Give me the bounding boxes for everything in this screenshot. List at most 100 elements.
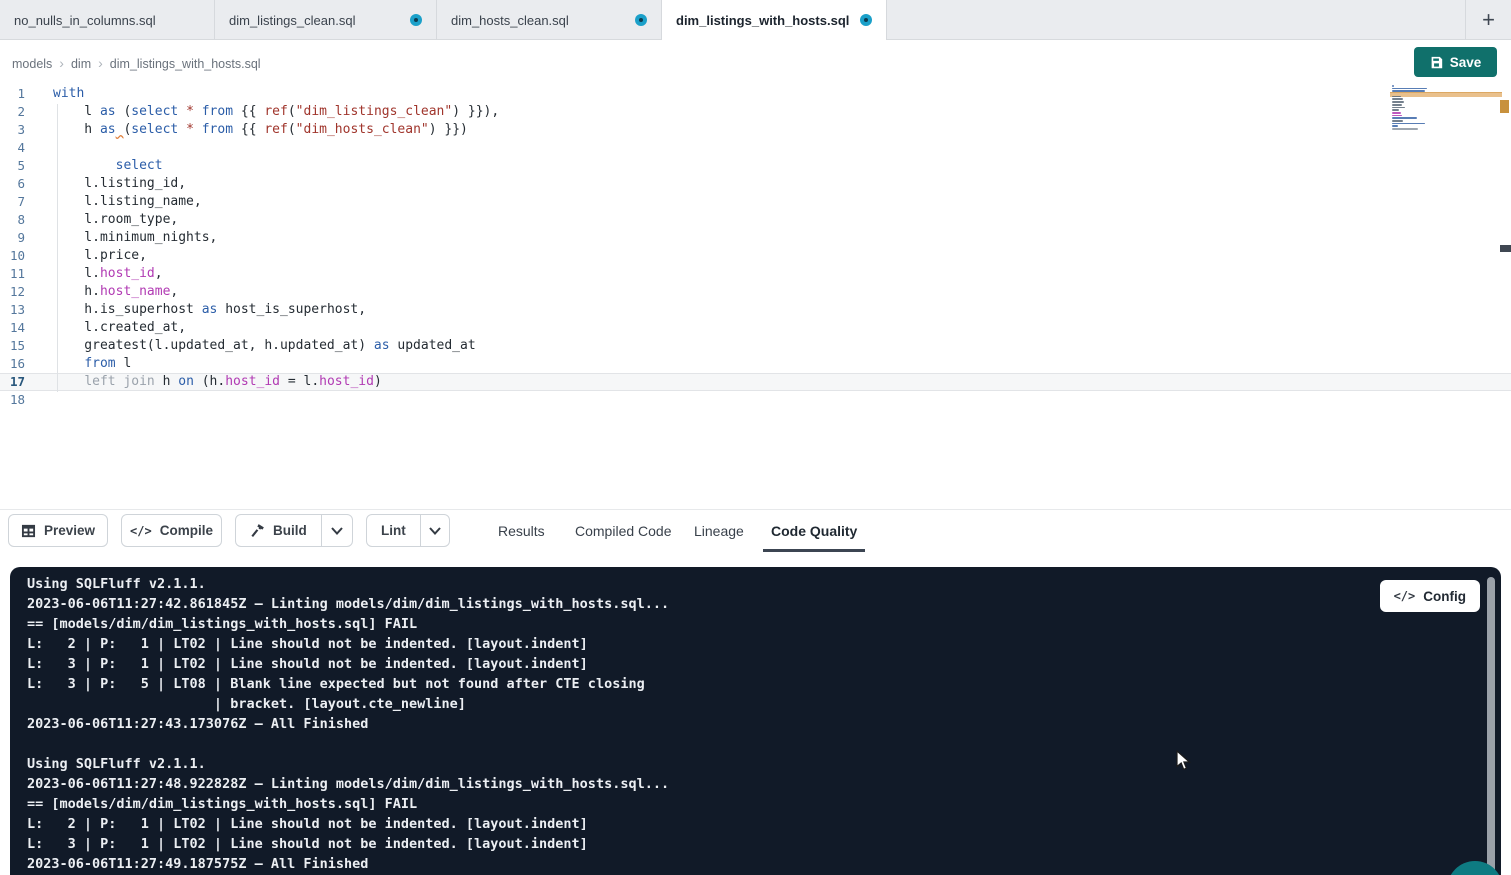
lint-dropdown-button[interactable] xyxy=(420,515,449,546)
code-text: h.is_superhost as host_is_superhost, xyxy=(53,301,366,319)
terminal-line: | bracket. [layout.cte_newline] xyxy=(27,694,1501,714)
code-text: l.listing_id, xyxy=(53,175,186,193)
minimap[interactable] xyxy=(1390,85,1505,210)
action-toolbar: Preview </> Compile Build Lint xyxy=(0,510,1511,552)
hammer-icon xyxy=(250,523,265,538)
code-text: h.host_name, xyxy=(53,283,178,301)
save-icon xyxy=(1430,56,1443,69)
line-number: 8 xyxy=(0,211,25,229)
lint-output-terminal[interactable]: Using SQLFluff v2.1.1.2023-06-06T11:27:4… xyxy=(10,567,1501,875)
code-text: l.minimum_nights, xyxy=(53,229,217,247)
code-line[interactable]: 16 from l xyxy=(0,355,1511,373)
code-text: l as (select * from {{ ref("dim_listings… xyxy=(53,103,499,121)
line-number: 3 xyxy=(0,121,25,139)
ide-window: no_nulls_in_columns.sql dim_listings_clea… xyxy=(0,0,1511,875)
panel-tab-label: Results xyxy=(498,523,545,539)
code-line[interactable]: 13 h.is_superhost as host_is_superhost, xyxy=(0,301,1511,319)
line-number: 17 xyxy=(0,373,25,391)
code-line[interactable]: 10 l.price, xyxy=(0,247,1511,265)
code-line[interactable]: 15 greatest(l.updated_at, h.updated_at) … xyxy=(0,337,1511,355)
breadcrumb-bar: models›dim›dim_listings_with_hosts.sql S… xyxy=(0,40,1511,85)
unsaved-indicator-icon[interactable] xyxy=(635,14,647,26)
line-number: 2 xyxy=(0,103,25,121)
breadcrumb-item: dim_listings_with_hosts.sql xyxy=(110,57,261,71)
terminal-line: L: 2 | P: 1 | LT02 | Line should not be … xyxy=(27,634,1501,654)
file-tab[interactable]: dim_hosts_clean.sql xyxy=(437,0,662,40)
breadcrumb: models›dim›dim_listings_with_hosts.sql xyxy=(12,55,261,71)
terminal-line: 2023-06-06T11:27:42.861845Z — Linting mo… xyxy=(27,594,1501,614)
file-tab[interactable]: dim_listings_clean.sql xyxy=(215,0,437,40)
breadcrumb-item: dim xyxy=(71,57,91,71)
indent-guide xyxy=(57,104,58,392)
unsaved-indicator-icon[interactable] xyxy=(860,14,872,26)
code-line[interactable]: 1with xyxy=(0,85,1511,103)
lint-split-button: Lint xyxy=(366,514,450,547)
code-line[interactable]: 14 l.created_at, xyxy=(0,319,1511,337)
line-number: 4 xyxy=(0,139,25,157)
preview-button[interactable]: Preview xyxy=(8,514,108,547)
code-line[interactable]: 6 l.listing_id, xyxy=(0,175,1511,193)
config-button[interactable]: </> Config xyxy=(1380,580,1480,612)
minimap-line xyxy=(1392,109,1399,111)
code-line[interactable]: 2 l as (select * from {{ ref("dim_listin… xyxy=(0,103,1511,121)
minimap-line xyxy=(1392,85,1394,87)
code-editor[interactable]: 1with2 l as (select * from {{ ref("dim_l… xyxy=(0,85,1511,509)
panel-tab-code-quality[interactable]: Code Quality xyxy=(763,510,865,552)
minimap-line xyxy=(1392,98,1403,100)
lint-button[interactable]: Lint xyxy=(367,515,420,546)
code-line[interactable]: 12 h.host_name, xyxy=(0,283,1511,301)
terminal-scrollbar-thumb[interactable] xyxy=(1487,577,1495,875)
line-number: 11 xyxy=(0,265,25,283)
code-text: l.price, xyxy=(53,247,147,265)
code-text: l.host_id, xyxy=(53,265,163,283)
code-line[interactable]: 9 l.minimum_nights, xyxy=(0,229,1511,247)
compile-button[interactable]: </> Compile xyxy=(121,514,222,547)
save-button[interactable]: Save xyxy=(1414,47,1497,77)
code-text: l.listing_name, xyxy=(53,193,202,211)
code-line[interactable]: 8 l.room_type, xyxy=(0,211,1511,229)
panel-tab-results[interactable]: Results xyxy=(490,510,553,552)
code-line[interactable]: 18 xyxy=(0,391,1511,409)
minimap-line xyxy=(1392,120,1403,122)
panel-tab-label: Compiled Code xyxy=(575,523,672,539)
code-text: left join h on (h.host_id = l.host_id) xyxy=(53,373,382,391)
chevron-right-icon: › xyxy=(98,55,103,71)
panel-tab-compiled-code[interactable]: Compiled Code xyxy=(567,510,680,552)
line-number: 14 xyxy=(0,319,25,337)
minimap-line xyxy=(1392,112,1401,114)
terminal-line: Using SQLFluff v2.1.1. xyxy=(27,574,1501,594)
terminal-line: L: 3 | P: 1 | LT02 | Line should not be … xyxy=(27,654,1501,674)
file-tab-label: no_nulls_in_columns.sql xyxy=(14,13,156,28)
line-number: 9 xyxy=(0,229,25,247)
code-text: l.created_at, xyxy=(53,319,186,337)
file-tab[interactable]: no_nulls_in_columns.sql xyxy=(0,0,215,40)
new-tab-button[interactable]: + xyxy=(1465,0,1511,40)
build-dropdown-button[interactable] xyxy=(321,515,352,546)
code-line[interactable]: 4 xyxy=(0,139,1511,157)
minimap-line xyxy=(1392,115,1402,117)
chevron-down-icon xyxy=(331,527,343,535)
file-tab[interactable]: dim_listings_with_hosts.sql xyxy=(662,0,887,40)
terminal-line: == [models/dim/dim_listings_with_hosts.s… xyxy=(27,614,1501,634)
build-button[interactable]: Build xyxy=(236,515,321,546)
terminal-line: 2023-06-06T11:27:43.173076Z — All Finish… xyxy=(27,714,1501,734)
line-number: 15 xyxy=(0,337,25,355)
code-line[interactable]: 11 l.host_id, xyxy=(0,265,1511,283)
panel-tab-lineage[interactable]: Lineage xyxy=(686,510,752,552)
minimap-line xyxy=(1392,104,1402,106)
terminal-line: 2023-06-06T11:27:48.922828Z — Linting mo… xyxy=(27,774,1501,794)
editor-scrollbar-thumb[interactable] xyxy=(1500,245,1511,252)
code-brackets-icon: </> xyxy=(130,524,152,538)
unsaved-indicator-icon[interactable] xyxy=(410,14,422,26)
chevron-right-icon: › xyxy=(59,55,64,71)
line-number: 10 xyxy=(0,247,25,265)
code-line[interactable]: 3 h as (select * from {{ ref("dim_hosts_… xyxy=(0,121,1511,139)
panel-tab-label: Lineage xyxy=(694,523,744,539)
code-line[interactable]: 5 select xyxy=(0,157,1511,175)
code-line[interactable]: 17 left join h on (h.host_id = l.host_id… xyxy=(0,373,1511,391)
terminal-line: L: 3 | P: 1 | LT02 | Line should not be … xyxy=(27,834,1501,854)
code-brackets-icon: </> xyxy=(1394,589,1416,603)
code-line[interactable]: 7 l.listing_name, xyxy=(0,193,1511,211)
panel-tab-label: Code Quality xyxy=(771,523,857,539)
line-number: 5 xyxy=(0,157,25,175)
